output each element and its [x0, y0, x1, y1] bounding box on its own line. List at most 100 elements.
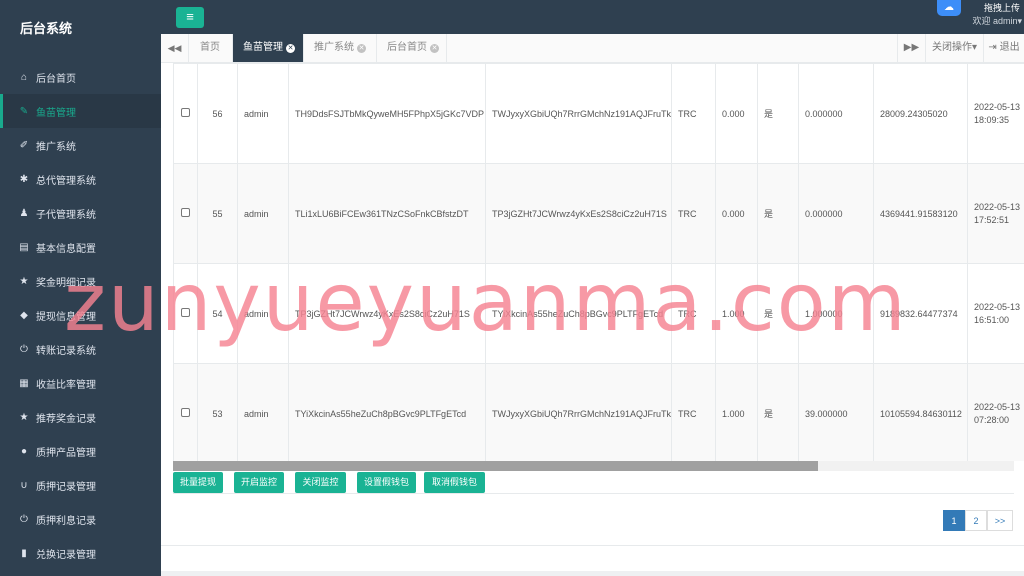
cell-flag: 是 — [757, 163, 799, 264]
sidebar-item-exchange-records[interactable]: ▮ 兑换记录管理 — [0, 536, 161, 570]
cell-date: 2022-05-13 16:51:00 — [967, 263, 1024, 364]
scrollbar-thumb[interactable] — [173, 461, 818, 471]
cell-address: TH9DdsFSJTbMkQyweMH5FPhpX5jGKc7VDP — [288, 63, 486, 164]
sidebar-item-label: 基本信息配置 — [36, 243, 96, 255]
start-monitor-button[interactable]: 开启监控 — [234, 472, 284, 493]
page-tabs: ◀◀ 首页 鱼苗管理 ✕ 推广系统 ✕ 后台首页 ✕ ▶▶ 关闭操作▾ ⇥ 退出 — [161, 34, 1024, 63]
asterisk-icon: ✱ — [19, 173, 29, 185]
comment-icon: ● — [20, 445, 28, 457]
sidebar-item-label: 总代管理系统 — [36, 175, 96, 187]
cell-auth-address: TWJyxyXGbiUQh7RrrGMchNz191AQJFruTk — [485, 363, 672, 461]
menu-toggle-button[interactable]: ≡ — [176, 7, 204, 28]
welcome-text: 欢迎 admin — [972, 16, 1018, 26]
sidebar-item-fish-management[interactable]: ✎ 鱼苗管理 — [0, 94, 161, 128]
cell-chain: TRC — [671, 163, 716, 264]
cell-balance: 0.000000 — [798, 63, 874, 164]
cell-address: TLi1xLU6BiFCEw361TNzCSoFnkCBfstzDT — [288, 163, 486, 264]
double-right-icon: ▶▶ — [903, 42, 920, 53]
cell-user: admin — [237, 163, 289, 264]
footer-strip — [161, 571, 1024, 576]
horizontal-scrollbar[interactable] — [173, 461, 1014, 471]
sidebar-item-staking-records[interactable]: ∪ 质押记录管理 — [0, 468, 161, 502]
sign-out-icon: ⇥ — [988, 42, 997, 53]
fish-table: 56 admin TH9DdsFSJTbMkQyweMH5FPhpX5jGKc7… — [173, 63, 1024, 461]
stop-monitor-button[interactable]: 关闭监控 — [295, 472, 346, 493]
next-page-button[interactable]: >> — [987, 510, 1013, 531]
sidebar-item-label: 后台首页 — [36, 73, 76, 85]
sidebar-item-label: 质押利息记录 — [36, 515, 96, 527]
tab-home[interactable]: 首页 — [190, 34, 233, 62]
page-1-button[interactable]: 1 — [943, 510, 965, 531]
calendar-icon: ▦ — [19, 377, 29, 389]
cancel-fake-wallet-button[interactable]: 取消假钱包 — [424, 472, 485, 493]
table-container: 56 admin TH9DdsFSJTbMkQyweMH5FPhpX5jGKc7… — [173, 63, 1024, 461]
upload-label[interactable]: 拖拽上传 — [984, 1, 1020, 14]
main-content: 56 admin TH9DdsFSJTbMkQyweMH5FPhpX5jGKc7… — [161, 63, 1024, 576]
sidebar-item-home[interactable]: ⌂ 后台首页 — [0, 60, 161, 94]
top-navbar: ≡ ☁ 拖拽上传 欢迎 admin▾ — [161, 0, 1024, 34]
tabs-prev-button[interactable]: ◀◀ — [161, 34, 189, 62]
sidebar-item-label: 推广系统 — [36, 141, 76, 153]
cell-balance: 1.000000 — [798, 263, 874, 364]
cell-flag: 是 — [757, 263, 799, 364]
user-menu[interactable]: 欢迎 admin▾ — [972, 14, 1022, 27]
row-checkbox[interactable] — [181, 208, 190, 217]
close-operations-dropdown[interactable]: 关闭操作▾ — [925, 34, 983, 62]
tab-fish-management[interactable]: 鱼苗管理 ✕ — [233, 34, 304, 62]
cell-id: 56 — [197, 63, 238, 164]
cell-date: 2022-05-13 07:28:00 — [967, 363, 1024, 461]
users-icon: ♟ — [19, 207, 29, 219]
star-icon: ★ — [19, 275, 29, 287]
divider — [173, 493, 1014, 494]
magnet-icon: ∪ — [20, 479, 28, 491]
page-2-button[interactable]: 2 — [965, 510, 987, 531]
close-icon[interactable]: ✕ — [286, 44, 295, 53]
sidebar-item-bonus-detail[interactable]: ★ 奖金明细记录 — [0, 264, 161, 298]
set-fake-wallet-button[interactable]: 设置假钱包 — [357, 472, 416, 493]
cell-amount: 0.000 — [715, 63, 758, 164]
cell-flag: 是 — [757, 63, 799, 164]
tab-promotion[interactable]: 推广系统 ✕ — [304, 34, 377, 62]
cell-total: 28009.24305020 — [873, 63, 968, 164]
cell-total: 9189832.64477374 — [873, 263, 968, 364]
close-icon[interactable]: ✕ — [357, 44, 366, 53]
cell-chain: TRC — [671, 63, 716, 164]
menu-icon: ≡ — [186, 9, 194, 24]
sidebar-item-label: 子代管理系统 — [36, 209, 96, 221]
tabs-next-button[interactable]: ▶▶ — [897, 34, 925, 62]
sidebar-item-yield-rate[interactable]: ▦ 收益比率管理 — [0, 366, 161, 400]
cell-address: TYiXkcinAs55heZuCh8pBGvc9PLTFgETcd — [288, 363, 486, 461]
cell-user: admin — [237, 263, 289, 364]
cloud-upload-icon[interactable]: ☁ — [937, 0, 961, 16]
caret-down-icon: ▾ — [971, 42, 978, 53]
sidebar-item-sub-agent[interactable]: ♟ 子代管理系统 — [0, 196, 161, 230]
sidebar-item-staking-interest[interactable]: ⏻ 质押利息记录 — [0, 502, 161, 536]
sidebar-item-promotion[interactable]: ✐ 推广系统 — [0, 128, 161, 162]
sidebar-item-label: 奖金明细记录 — [36, 277, 96, 289]
table-row: 54 admin TP3jGZHt7JCWrwz4yKxEs2S8ciCz2uH… — [173, 263, 1024, 364]
tab-admin-home[interactable]: 后台首页 ✕ — [377, 34, 447, 62]
logout-button[interactable]: ⇥ 退出 — [983, 34, 1024, 62]
sidebar-item-label: 推荐奖金记录 — [36, 413, 96, 425]
cell-flag: 是 — [757, 363, 799, 461]
cell-total: 4369441.91583120 — [873, 163, 968, 264]
cell-chain: TRC — [671, 263, 716, 364]
row-checkbox[interactable] — [181, 308, 190, 317]
cell-id: 53 — [197, 363, 238, 461]
cell-date: 2022-05-13 18:09:35 — [967, 63, 1024, 164]
table-row: 53 admin TYiXkcinAs55heZuCh8pBGvc9PLTFgE… — [173, 363, 1024, 461]
sidebar-item-transfer-records[interactable]: ⏻ 转账记录系统 — [0, 332, 161, 366]
row-checkbox[interactable] — [181, 408, 190, 417]
cell-amount: 0.000 — [715, 163, 758, 264]
sidebar-item-staking-products[interactable]: ● 质押产品管理 — [0, 434, 161, 468]
row-checkbox[interactable] — [181, 108, 190, 117]
sidebar: 后台系统 ⌂ 后台首页 ✎ 鱼苗管理 ✐ 推广系统 ✱ 总代管理系统 ♟ 子代管理系统 ▤… — [0, 0, 161, 576]
sidebar-item-general-agent[interactable]: ✱ 总代管理系统 — [0, 162, 161, 196]
batch-withdraw-button[interactable]: 批量提现 — [173, 472, 223, 493]
sidebar-item-referral-bonus[interactable]: ★ 推荐奖金记录 — [0, 400, 161, 434]
home-icon: ⌂ — [20, 71, 28, 83]
close-icon[interactable]: ✕ — [430, 44, 439, 53]
sidebar-item-label: 质押记录管理 — [36, 481, 96, 493]
sidebar-item-basic-config[interactable]: ▤ 基本信息配置 — [0, 230, 161, 264]
sidebar-item-withdraw-info[interactable]: ◆ 提现信息管理 — [0, 298, 161, 332]
